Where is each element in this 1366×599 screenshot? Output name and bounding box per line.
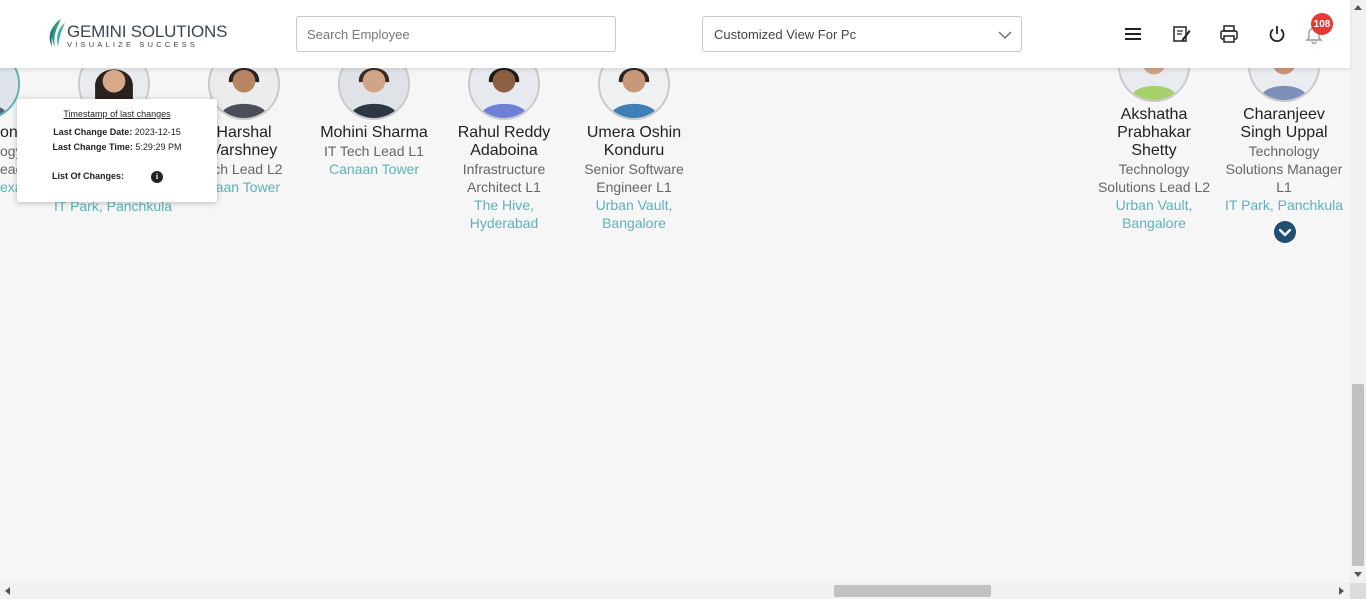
horizontal-scrollbar[interactable] [0, 583, 1350, 599]
employee-location[interactable]: Canaan Tower [309, 160, 439, 178]
employee-name[interactable]: Adaboina [439, 142, 569, 160]
employee-location[interactable]: Urban Vault, [569, 196, 699, 214]
employee-name[interactable]: Umera Oshin [569, 124, 699, 142]
logo-name: GEMINI SOLUTIONS [67, 22, 228, 41]
employee-card[interactable]: Charanjeev Singh Uppal Technology Solutions… [1219, 106, 1349, 214]
employee-name[interactable]: Mohini Sharma [309, 124, 439, 142]
vertical-scrollbar[interactable] [1350, 0, 1366, 583]
search-employee-input[interactable] [296, 16, 616, 52]
last-change-date-row: Last Change Date: 2023-12-15 [17, 127, 217, 137]
employee-role: Senior Software [584, 161, 684, 177]
employee-name[interactable]: Konduru [569, 142, 699, 160]
employee-role: Technology [1118, 161, 1190, 177]
employee-name[interactable]: Prabhakar [1089, 124, 1219, 142]
top-header: GEMINI SOLUTIONS VISUALIZE SUCCESS Custo… [0, 0, 1350, 68]
employee-role: Technology [1248, 143, 1320, 159]
horizontal-scroll-thumb[interactable] [834, 585, 991, 597]
employee-location[interactable]: The Hive, [439, 196, 569, 214]
employee-role: Architect L1 [467, 179, 541, 195]
scroll-right-arrow-icon[interactable] [1339, 587, 1344, 595]
last-change-date-label: Last Change Date: [53, 127, 133, 137]
list-of-changes-label: List Of Changes: [51, 171, 124, 181]
employee-role: Solutions Manager [1225, 161, 1343, 177]
power-icon[interactable] [1267, 24, 1287, 44]
employee-name[interactable]: Shetty [1089, 142, 1219, 160]
popover-title: Timestamp of last changes [63, 109, 171, 119]
view-select-value: Customized View For Pc [714, 27, 857, 42]
employee-location[interactable]: Bangalore [1089, 214, 1219, 232]
employee-card[interactable]: Rahul Reddy Adaboina Infrastructure Archite… [439, 124, 569, 232]
employee-name[interactable]: Akshatha [1089, 106, 1219, 124]
employee-name[interactable]: Charanjeev [1219, 106, 1349, 124]
view-select[interactable]: Customized View For Pc [702, 16, 1022, 52]
scroll-up-arrow-icon[interactable] [1354, 5, 1362, 10]
employee-card[interactable]: Mohini Sharma IT Tech Lead L1 Canaan Tower [309, 124, 439, 178]
last-change-time-row: Last Change Time: 5:29:29 PM [17, 142, 217, 152]
employee-role: Infrastructure [462, 161, 546, 177]
scroll-down-arrow-icon[interactable] [1354, 572, 1362, 577]
chevron-down-icon [1278, 228, 1292, 237]
logo-tagline: VISUALIZE SUCCESS [67, 40, 199, 49]
chevron-down-icon [998, 31, 1012, 39]
info-icon[interactable]: i [151, 171, 163, 183]
company-logo[interactable]: GEMINI SOLUTIONS VISUALIZE SUCCESS [47, 17, 227, 51]
leaf-logo-icon [49, 19, 65, 47]
notification-badge[interactable]: 108 [1311, 13, 1333, 35]
employee-name[interactable]: Rahul Reddy [439, 124, 569, 142]
employee-role: Solutions Lead L2 [1097, 179, 1211, 195]
employee-location[interactable]: Urban Vault, [1089, 196, 1219, 214]
employee-name[interactable]: Singh Uppal [1219, 124, 1349, 142]
expand-children-button[interactable] [1274, 221, 1296, 243]
menu-icon[interactable] [1123, 24, 1143, 44]
employee-location[interactable]: IT Park, Panchkula [1219, 196, 1349, 214]
employee-card[interactable]: Akshatha Prabhakar Shetty Technology Solutio… [1089, 106, 1219, 232]
scrollbar-corner [1350, 583, 1366, 599]
print-icon[interactable] [1219, 24, 1239, 44]
change-timestamp-popover: Timestamp of last changes Last Change Da… [17, 99, 217, 202]
last-change-time-value: 5:29:29 PM [135, 142, 182, 152]
edit-note-icon[interactable] [1171, 24, 1191, 44]
employee-card[interactable]: Umera Oshin Konduru Senior Software Enginee… [569, 124, 699, 232]
employee-location[interactable]: Hyderabad [439, 214, 569, 232]
employee-role: L1 [1276, 179, 1292, 195]
last-change-time-label: Last Change Time: [52, 142, 133, 152]
employee-role: Engineer L1 [596, 179, 672, 195]
employee-location[interactable]: Bangalore [569, 214, 699, 232]
employee-role: IT Tech Lead L1 [324, 143, 424, 159]
vertical-scroll-thumb[interactable] [1352, 384, 1364, 566]
scroll-left-arrow-icon[interactable] [5, 587, 10, 595]
last-change-date-value: 2023-12-15 [134, 127, 181, 137]
